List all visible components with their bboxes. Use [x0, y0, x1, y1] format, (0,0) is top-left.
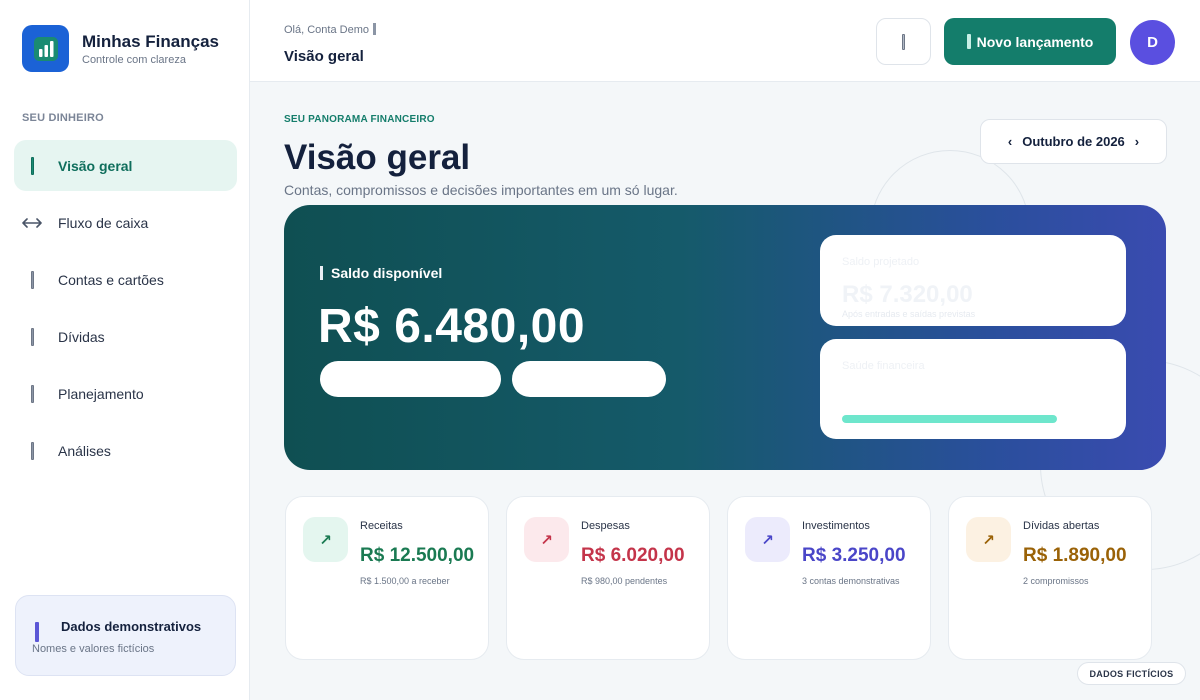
kpi-card-dividas-abertas[interactable]: ↗ Dívidas abertas R$ 1.890,00 2 compromi…	[948, 496, 1152, 660]
kpi-name: Dívidas abertas	[1023, 520, 1100, 532]
sidebar-item-label: Planejamento	[58, 385, 144, 402]
brand[interactable]: Minhas Finanças Controle com clareza	[22, 25, 219, 72]
chevron-right-icon[interactable]: ›	[1125, 134, 1149, 149]
projected-balance-sub: Após entradas e saídas previstas	[842, 309, 976, 319]
greeting-text: Olá, Conta Demo	[284, 24, 369, 36]
sidebar-item-planejamento[interactable]: Planejamento	[14, 368, 237, 419]
kpi-card-investimentos[interactable]: ↗ Investimentos R$ 3.250,00 3 contas dem…	[727, 496, 931, 660]
kpi-sub: 3 contas demonstrativas	[802, 576, 900, 586]
bar-icon	[966, 34, 971, 49]
kpi-value: R$ 6.020,00	[581, 545, 685, 566]
projected-balance-card: Saldo projetado R$ 7.320,00 Após entrada…	[820, 235, 1126, 326]
bar-icon	[22, 270, 42, 290]
balance-hero: Saldo disponível R$ 6.480,00 Saldo proje…	[284, 205, 1166, 470]
kpi-sub: 2 compromissos	[1023, 576, 1089, 586]
arrows-left-right-icon	[22, 213, 42, 233]
available-balance-label: Saldo disponível	[320, 265, 442, 281]
bar-icon	[22, 384, 42, 404]
kpi-name: Investimentos	[802, 520, 870, 532]
kpi-name: Receitas	[360, 520, 403, 532]
sidebar-item-contas-e-cartoes[interactable]: Contas e cartões	[14, 254, 237, 305]
sidebar-item-label: Fluxo de caixa	[58, 214, 149, 231]
bar-chart-icon	[22, 25, 69, 72]
sidebar-item-label: Visão geral	[58, 157, 133, 174]
notifications-button[interactable]	[876, 18, 931, 65]
bar-icon	[320, 266, 323, 280]
kpi-value: R$ 1.890,00	[1023, 545, 1127, 566]
bar-icon	[22, 156, 42, 176]
financial-health-card: Saúde financeira	[820, 339, 1126, 439]
greeting: Olá, Conta Demo	[284, 23, 376, 36]
sidebar-nav: Visão geral Fluxo de caixa Contas e cart…	[14, 140, 237, 482]
month-picker: ‹ Outubro de 2026 ›	[980, 119, 1167, 164]
arrow-up-right-icon: ↗	[524, 517, 569, 562]
demo-data-card: Dados demonstrativos Nomes e valores fic…	[15, 595, 236, 676]
sidebar-item-fluxo-de-caixa[interactable]: Fluxo de caixa	[14, 197, 237, 248]
sidebar-item-label: Análises	[58, 442, 111, 459]
arrow-up-right-icon: ↗	[745, 517, 790, 562]
bar-icon	[22, 327, 42, 347]
kpi-card-despesas[interactable]: ↗ Despesas R$ 6.020,00 R$ 980,00 pendent…	[506, 496, 710, 660]
sidebar-item-label: Dívidas	[58, 328, 105, 345]
arrow-up-right-icon: ↗	[303, 517, 348, 562]
sidebar-section-label: SEU DINHEIRO	[22, 112, 104, 124]
kpi-sub: R$ 1.500,00 a receber	[360, 576, 450, 586]
bar-icon	[35, 622, 39, 642]
available-balance-text: Saldo disponível	[331, 265, 443, 281]
sidebar-item-dividas[interactable]: Dívidas	[14, 311, 237, 362]
brand-name: Minhas Finanças	[82, 31, 219, 51]
new-entry-label: Novo lançamento	[976, 33, 1094, 50]
kpi-value: R$ 12.500,00	[360, 545, 475, 566]
kpi-sub: R$ 980,00 pendentes	[581, 576, 668, 586]
fictitious-data-badge: DADOS FICTÍCIOS	[1077, 662, 1186, 685]
new-entry-button[interactable]: Novo lançamento	[944, 18, 1116, 65]
page-subtitle: Contas, compromissos e decisões importan…	[284, 182, 678, 198]
breadcrumb: Visão geral	[284, 48, 364, 65]
sidebar: Minhas Finanças Controle com clareza SEU…	[0, 0, 250, 700]
brand-tagline: Controle com clareza	[82, 53, 186, 66]
bar-icon	[902, 33, 905, 50]
projected-balance-amount: R$ 7.320,00	[842, 281, 973, 308]
kpi-name: Despesas	[581, 520, 630, 532]
demo-title: Dados demonstrativos	[61, 619, 202, 634]
chevron-left-icon[interactable]: ‹	[998, 134, 1022, 149]
hero-action-button[interactable]	[320, 361, 501, 397]
bar-icon	[372, 23, 376, 35]
demo-subtitle: Nomes e valores fictícios	[32, 643, 155, 655]
top-header: Olá, Conta Demo Visão geral Novo lançame…	[250, 0, 1200, 82]
available-balance-amount: R$ 6.480,00	[318, 300, 586, 353]
avatar[interactable]: D	[1130, 20, 1175, 65]
kpi-card-receitas[interactable]: ↗ Receitas R$ 12.500,00 R$ 1.500,00 a re…	[285, 496, 489, 660]
sidebar-item-visao-geral[interactable]: Visão geral	[14, 140, 237, 191]
financial-health-bar	[842, 415, 1057, 423]
sidebar-item-analises[interactable]: Análises	[14, 425, 237, 476]
hero-action-button[interactable]	[512, 361, 666, 397]
financial-health-label: Saúde financeira	[842, 360, 925, 372]
bar-icon	[22, 441, 42, 461]
eyebrow: SEU PANORAMA FINANCEIRO	[284, 114, 435, 125]
sidebar-item-label: Contas e cartões	[58, 271, 164, 288]
projected-balance-label: Saldo projetado	[842, 256, 920, 268]
month-label: Outubro de 2026	[1022, 134, 1125, 149]
page-title: Visão geral	[284, 138, 471, 177]
kpi-value: R$ 3.250,00	[802, 545, 906, 566]
arrow-up-right-icon: ↗	[966, 517, 1011, 562]
